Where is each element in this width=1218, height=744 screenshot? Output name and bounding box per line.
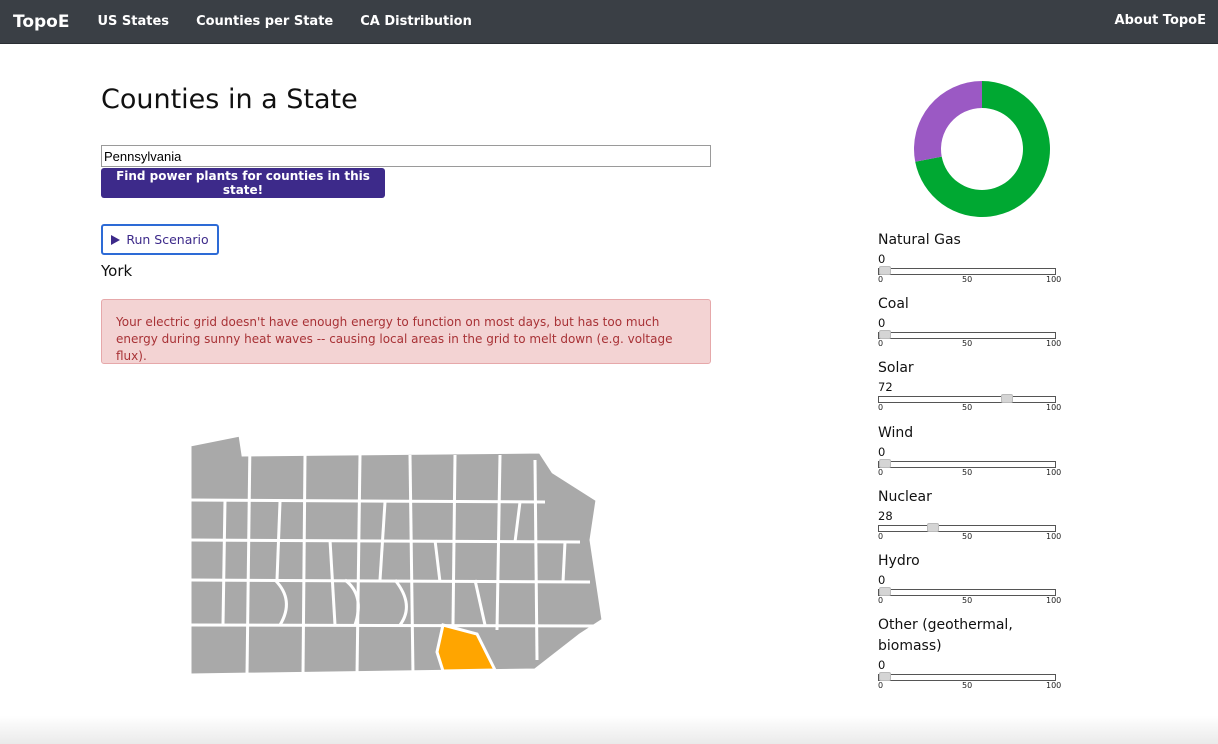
slider-handle[interactable] [927, 523, 939, 532]
slider-tick-label: 0 [878, 339, 884, 348]
slider-value: 0 [878, 573, 886, 587]
slider-track[interactable] [878, 330, 1056, 339]
slider-tick-label: 0 [878, 532, 884, 541]
county-border [189, 623, 596, 628]
slider-handle[interactable] [1001, 394, 1013, 403]
slider-value: 0 [878, 252, 886, 266]
grid-status-alert: Your electric grid doesn't have enough e… [101, 299, 711, 364]
page-title: Counties in a State [101, 84, 358, 115]
state-outline [188, 433, 605, 677]
slider-label: Hydro [878, 553, 920, 569]
slider-tick-label: 0 [878, 596, 884, 605]
slider-ticks: 0 50 100 [878, 275, 1062, 285]
slider-group-coal: Coal 0 0 50 100 [878, 294, 1062, 349]
slider-tick-label: 0 [878, 275, 884, 284]
energy-mix-donut-chart [914, 81, 1050, 217]
nav-link-counties-per-state[interactable]: Counties per State [196, 14, 333, 29]
donut-segment-nuclear [914, 81, 982, 162]
slider-label: Wind [878, 425, 914, 441]
slider-label: Solar [878, 360, 914, 376]
slider-label: Coal [878, 296, 909, 312]
play-icon [111, 234, 121, 245]
slider-handle[interactable] [879, 330, 891, 339]
brand-logo[interactable]: TopoE [13, 12, 69, 32]
slider-ticks: 0 50 100 [878, 532, 1062, 542]
find-power-plants-button[interactable]: Find power plants for counties in this s… [101, 168, 385, 198]
run-scenario-label: Run Scenario [126, 232, 209, 247]
bottom-shadow [0, 716, 1218, 744]
state-county-map [188, 433, 605, 677]
slider-tick-label: 50 [962, 681, 973, 690]
state-input[interactable] [101, 145, 711, 167]
county-border [533, 459, 539, 661]
slider-track[interactable] [878, 587, 1056, 596]
nav-link-about[interactable]: About TopoE [1115, 13, 1206, 28]
county-border [301, 454, 307, 676]
slider-handle[interactable] [879, 587, 891, 596]
slider-value: 0 [878, 445, 886, 459]
slider-ticks: 0 50 100 [878, 403, 1062, 413]
county-border [189, 498, 546, 504]
slider-tick-label: 50 [962, 468, 973, 477]
county-border [451, 454, 457, 626]
slider-value: 72 [878, 380, 893, 394]
run-scenario-button[interactable]: Run Scenario [101, 224, 219, 255]
slider-track[interactable] [878, 459, 1056, 468]
slider-group-hydro: Hydro 0 0 50 100 [878, 551, 1062, 606]
slider-ticks: 0 50 100 [878, 596, 1062, 606]
slider-value: 0 [878, 316, 886, 330]
county-border [189, 578, 591, 584]
slider-handle[interactable] [879, 266, 891, 275]
slider-tick-label: 50 [962, 403, 973, 412]
selected-county-name: York [101, 262, 133, 280]
slider-handle[interactable] [879, 672, 891, 681]
slider-label: Nuclear [878, 489, 932, 505]
slider-track[interactable] [878, 394, 1056, 403]
slider-track[interactable] [878, 672, 1056, 681]
slider-group-natural-gas: Natural Gas 0 0 50 100 [878, 230, 1062, 285]
slider-ticks: 0 50 100 [878, 468, 1062, 478]
slider-group-wind: Wind 0 0 50 100 [878, 423, 1062, 478]
county-border [561, 541, 567, 583]
slider-tick-label: 100 [1046, 681, 1062, 690]
slider-group-nuclear: Nuclear 28 0 50 100 [878, 487, 1062, 542]
slider-tick-label: 50 [962, 339, 973, 348]
slider-tick-label: 100 [1046, 275, 1062, 284]
alert-text: Your electric grid doesn't have enough e… [116, 315, 673, 363]
slider-tick-label: 50 [962, 275, 973, 284]
slider-track[interactable] [878, 523, 1056, 532]
slider-ticks: 0 50 100 [878, 681, 1062, 691]
slider-handle[interactable] [879, 459, 891, 468]
slider-ticks: 0 50 100 [878, 339, 1062, 349]
county-border [221, 499, 227, 626]
slider-tick-label: 50 [962, 596, 973, 605]
slider-tick-label: 50 [962, 532, 973, 541]
nav-link-us-states[interactable]: US States [97, 14, 169, 29]
slider-tick-label: 100 [1046, 468, 1062, 477]
top-navbar: TopoE US States Counties per State CA Di… [0, 0, 1218, 44]
donut-segments [914, 81, 1050, 217]
nav-link-ca-distribution[interactable]: CA Distribution [360, 14, 472, 29]
slider-track[interactable] [878, 266, 1056, 275]
slider-group-other-geothermal-biomass: Other (geothermal, biomass) 0 0 50 100 [878, 615, 1062, 691]
slider-group-solar: Solar 72 0 50 100 [878, 358, 1062, 413]
slider-tick-label: 0 [878, 403, 884, 412]
slider-label: Natural Gas [878, 232, 961, 248]
slider-tick-label: 100 [1046, 532, 1062, 541]
slider-tick-label: 100 [1046, 596, 1062, 605]
slider-label: Other (geothermal, biomass) [878, 617, 1013, 654]
slider-value: 0 [878, 658, 886, 672]
slider-tick-label: 100 [1046, 339, 1062, 348]
slider-tick-label: 100 [1046, 403, 1062, 412]
slider-value: 28 [878, 509, 893, 523]
slider-tick-label: 0 [878, 681, 884, 690]
slider-tick-label: 0 [878, 468, 884, 477]
